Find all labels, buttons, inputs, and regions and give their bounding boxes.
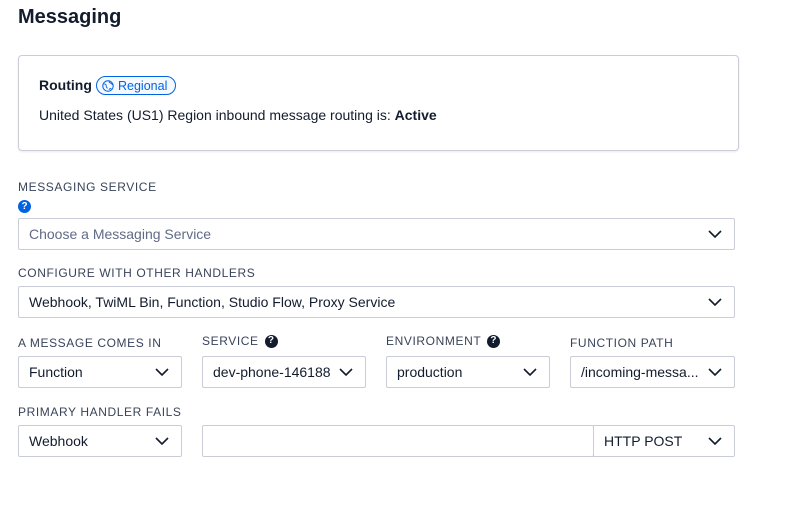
environment-select-value: production — [397, 364, 463, 380]
chevron-down-icon — [708, 437, 722, 445]
service-select[interactable]: dev-phone-146188 — [202, 356, 366, 388]
routing-status-prefix: United States (US1) Region inbound messa… — [39, 107, 391, 123]
routing-title: Routing — [39, 77, 92, 93]
chevron-down-icon — [523, 368, 537, 376]
chevron-down-icon — [155, 368, 169, 376]
messaging-service-select-value: Choose a Messaging Service — [29, 226, 212, 242]
fallback-type-select-value: Webhook — [29, 433, 88, 449]
function-path-label: FUNCTION PATH — [570, 336, 674, 350]
fallback-type-select[interactable]: Webhook — [18, 425, 182, 457]
message-comes-in-select[interactable]: Function — [18, 356, 182, 388]
function-path-select[interactable]: /incoming-messa... — [570, 356, 735, 388]
environment-select[interactable]: production — [386, 356, 550, 388]
fallback-method-select[interactable]: HTTP POST — [593, 425, 735, 457]
help-icon[interactable]: ? — [487, 334, 501, 348]
routing-status-text: United States (US1) Region inbound messa… — [39, 107, 437, 123]
chevron-down-icon — [339, 368, 353, 376]
message-comes-in-select-value: Function — [29, 364, 83, 380]
chevron-down-icon — [708, 230, 722, 238]
regional-badge-label: Regional — [118, 78, 168, 93]
function-path-select-value: /incoming-messa... — [581, 364, 699, 380]
primary-handler-fails-label: PRIMARY HANDLER FAILS — [18, 405, 182, 419]
chevron-down-icon — [155, 437, 169, 445]
regional-badge: Regional — [96, 76, 177, 95]
messaging-service-label: MESSAGING SERVICE — [18, 180, 157, 194]
environment-label: ENVIRONMENT ? — [386, 334, 501, 348]
chevron-down-icon — [708, 368, 722, 376]
help-icon[interactable]: ? — [264, 334, 278, 348]
configure-handlers-select[interactable]: Webhook, TwiML Bin, Function, Studio Flo… — [18, 286, 735, 318]
messaging-service-select[interactable]: Choose a Messaging Service — [18, 218, 735, 250]
configure-handlers-label: CONFIGURE WITH OTHER HANDLERS — [18, 266, 256, 280]
routing-status-value: Active — [394, 107, 437, 123]
chevron-down-icon — [708, 298, 722, 306]
page-title: Messaging — [18, 6, 122, 28]
routing-card: Routing Regional United States (US1) Reg… — [18, 55, 739, 151]
configure-handlers-select-value: Webhook, TwiML Bin, Function, Studio Flo… — [29, 294, 396, 310]
fallback-url-input[interactable] — [202, 425, 594, 457]
service-select-value: dev-phone-146188 — [213, 364, 331, 380]
fallback-method-select-value: HTTP POST — [604, 433, 683, 449]
service-label: SERVICE ? — [202, 334, 278, 348]
message-comes-in-label: A MESSAGE COMES IN — [18, 336, 162, 350]
help-icon[interactable]: ? — [18, 200, 31, 213]
globe-icon — [102, 79, 114, 92]
